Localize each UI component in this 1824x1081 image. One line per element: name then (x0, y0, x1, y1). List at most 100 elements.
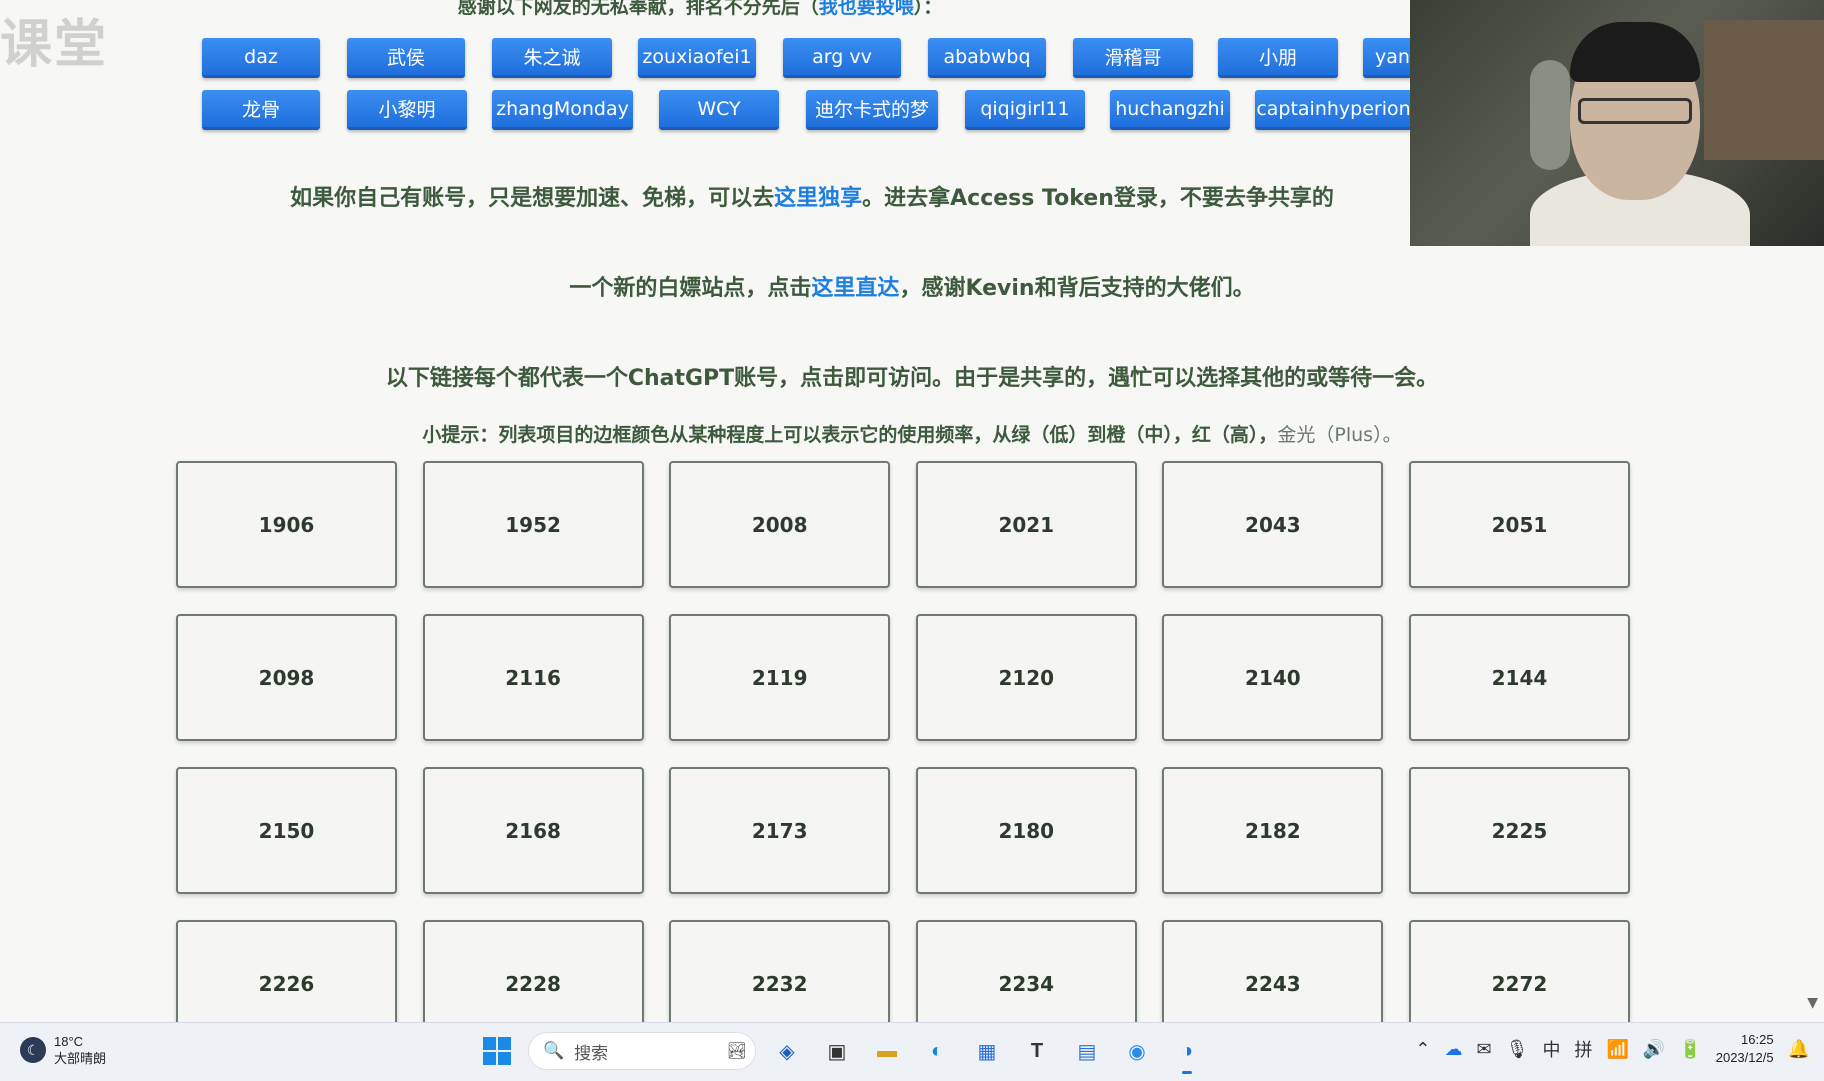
typora-icon[interactable]: T (1018, 1032, 1056, 1070)
wifi-icon[interactable]: 📶 (1606, 1039, 1628, 1060)
accounts-intro: 以下链接每个都代表一个ChatGPT账号，点击即可访问。由于是共享的，遇忙可以选… (385, 366, 1439, 391)
donor-button[interactable]: 小黎明 (347, 90, 467, 130)
account-card[interactable]: 2225 (1408, 767, 1630, 894)
donor-button[interactable]: WCY (659, 90, 779, 130)
account-card[interactable]: 2119 (669, 614, 891, 741)
donor-button[interactable]: 迪尔卡式的梦 (806, 90, 938, 130)
notification-bell-icon[interactable]: 🔔 (1788, 1039, 1810, 1060)
wechat-icon[interactable]: ✉ (1477, 1039, 1492, 1060)
account-card[interactable]: 2051 (1408, 461, 1630, 588)
donor-button[interactable]: 滑稽哥 (1073, 38, 1193, 78)
para2-text: 一个新的白嫖站点，点击 (569, 276, 812, 301)
edge-dev-icon[interactable]: ◑ (1168, 1032, 1206, 1074)
account-card[interactable]: 2098 (176, 614, 397, 741)
donor-row-1: daz 武侯 朱之诚 zouxiaofei1 arg vv ababwbq 滑稽… (0, 38, 1412, 78)
copilot-icon[interactable]: ◈ (768, 1032, 806, 1070)
weather-moon-icon: ☾ (20, 1037, 46, 1063)
task-view-icon[interactable]: ▣ (818, 1032, 856, 1070)
donor-button[interactable]: yan (1363, 38, 1412, 78)
donor-button[interactable]: zhangMonday (492, 90, 633, 130)
weather-widget[interactable]: ☾ 18°C 大部晴朗 (20, 1033, 106, 1067)
date: 2023/12/5 (1715, 1050, 1774, 1065)
search-highlight-icon: 🏞 (726, 1043, 747, 1060)
thanks-line: 感谢以下网友的无私奉献，排名不分先后（我也要投喂）： (0, 0, 1400, 19)
taskbar-search[interactable]: 🔍 搜索 🏞 (528, 1032, 756, 1070)
usage-tip: 小提示：列表项目的边框颜色从某种程度上可以表示它的使用频率，从绿（低）到橙（中）… (0, 420, 1824, 447)
file-explorer-icon[interactable]: ▬ (868, 1032, 906, 1070)
account-card[interactable]: 2173 (669, 767, 891, 894)
scroll-down-icon[interactable]: ▼ (1807, 995, 1818, 1011)
windows-logo-icon (483, 1037, 511, 1065)
account-card[interactable]: 2272 (1408, 920, 1630, 1022)
chevron-up-icon[interactable]: ⌃ (1415, 1039, 1430, 1060)
onedrive-icon[interactable]: ☁ (1445, 1039, 1463, 1060)
para1-text-end: 。进去拿Access Token登录，不要去争共享的 (862, 186, 1334, 211)
direct-link[interactable]: 这里直达 (811, 276, 899, 301)
donor-button[interactable]: zouxiaofei1 (638, 38, 756, 78)
donor-button[interactable]: captainhyperion (1255, 90, 1412, 130)
search-icon: 🔍 (543, 1041, 565, 1060)
browser-globe-icon[interactable]: ◉ (1118, 1032, 1156, 1070)
video-watermark: 课堂 (0, 15, 109, 75)
donor-button[interactable]: 小朋 (1218, 38, 1338, 78)
account-card[interactable]: 2021 (915, 461, 1137, 588)
time: 16:25 (1741, 1032, 1774, 1047)
account-card[interactable]: 2150 (176, 767, 397, 894)
donor-button[interactable]: qiqigirl11 (965, 90, 1085, 130)
account-card[interactable]: 2140 (1162, 614, 1384, 741)
ime-mode[interactable]: 拼 (1574, 1036, 1592, 1062)
new-site-paragraph: 一个新的白嫖站点，点击这里直达，感谢Kevin和背后支持的大佬们。 (0, 270, 1824, 302)
account-card[interactable]: 2234 (915, 920, 1137, 1022)
ime-language[interactable]: 中 (1542, 1036, 1560, 1062)
thanks-end: ）： (913, 0, 943, 18)
clock[interactable]: 16:25 2023/12/5 (1716, 1031, 1774, 1067)
battery-icon[interactable]: 🔋 (1679, 1039, 1701, 1060)
donor-row-2: 龙骨 小黎明 zhangMonday WCY 迪尔卡式的梦 qiqigirl11… (0, 90, 1412, 130)
para1-text: 如果你自己有账号，只是想要加速、免梯，可以去 (290, 186, 775, 211)
donate-link[interactable]: 我也要投喂 (819, 0, 914, 18)
account-card[interactable]: 2008 (669, 461, 891, 588)
taskbar-apps: 🔍 搜索 🏞 ◈ ▣ ▬ ◐ ▦ T ▤ ◉ ◑ (478, 1032, 1206, 1074)
donor-button[interactable]: 武侯 (347, 38, 465, 78)
account-card[interactable]: 2180 (915, 767, 1137, 894)
para2-text-end: ，感谢Kevin和背后支持的大佬们。 (899, 276, 1255, 301)
account-card[interactable]: 2168 (422, 767, 644, 894)
notepad-icon[interactable]: ▤ (1068, 1032, 1106, 1070)
microphone-icon[interactable]: 🎙 (1506, 1039, 1529, 1060)
account-card[interactable]: 2243 (1162, 920, 1384, 1022)
bookshelf-shape (1704, 20, 1824, 160)
account-card[interactable]: 2182 (1162, 767, 1384, 894)
account-card[interactable]: 2144 (1408, 614, 1630, 741)
account-card[interactable]: 2116 (422, 614, 644, 741)
search-placeholder: 搜索 (574, 1043, 609, 1063)
webcam-overlay (1410, 0, 1824, 246)
donor-button[interactable]: ababwbq (928, 38, 1046, 78)
edge-browser-icon[interactable]: ◐ (918, 1032, 956, 1070)
system-tray: ⌃ ☁ ✉ 🎙 中 拼 📶 🔊 🔋 16:25 2023/12/5 🔔 (1415, 1031, 1810, 1067)
store-icon[interactable]: ▦ (968, 1032, 1006, 1070)
donor-button[interactable]: arg vv (783, 38, 901, 78)
taskbar: ☾ 18°C 大部晴朗 🔍 搜索 🏞 ◈ ▣ ▬ ◐ ▦ T ▤ ◉ ◑ ⌃ ☁… (0, 1022, 1824, 1081)
glasses-shape (1578, 98, 1692, 124)
account-card[interactable]: 2043 (1162, 461, 1384, 588)
donor-button[interactable]: huchangzhi (1110, 90, 1230, 130)
tip-text: 小提示：列表项目的边框颜色从某种程度上可以表示它的使用频率，从绿（低）到橙（中）… (422, 424, 1278, 446)
donor-button[interactable]: 朱之诚 (492, 38, 612, 78)
start-button[interactable] (478, 1032, 516, 1070)
account-card[interactable]: 1906 (176, 461, 397, 588)
temperature: 18°C (54, 1034, 84, 1049)
person-hair-shape (1570, 22, 1700, 82)
weather-condition: 大部晴朗 (54, 1051, 107, 1066)
volume-icon[interactable]: 🔊 (1643, 1039, 1665, 1060)
donor-button[interactable]: 龙骨 (202, 90, 320, 130)
account-card[interactable]: 2226 (176, 920, 397, 1022)
account-grid: 1906 1952 2008 2021 2043 2051 2098 2116 … (176, 461, 1630, 1022)
tip-plus-text: 金光（Plus）。 (1277, 424, 1402, 446)
exclusive-link[interactable]: 这里独享 (774, 186, 862, 211)
thanks-text: 感谢以下网友的无私奉献，排名不分先后（ (457, 0, 819, 18)
donor-button[interactable]: daz (202, 38, 320, 78)
account-card[interactable]: 2120 (915, 614, 1137, 741)
account-card[interactable]: 1952 (422, 461, 644, 588)
account-card[interactable]: 2232 (669, 920, 891, 1022)
account-card[interactable]: 2228 (422, 920, 644, 1022)
